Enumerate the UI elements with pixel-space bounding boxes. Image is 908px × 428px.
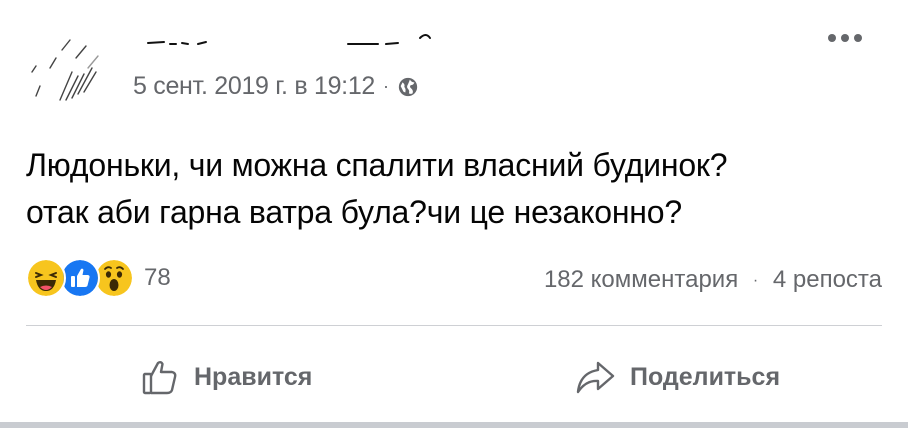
- post-text-line: Людоньки, чи можна спалити власний будин…: [26, 147, 728, 183]
- post-stats: 182 комментария · 4 репоста: [544, 266, 882, 294]
- post-text: Людоньки, чи можна спалити власний будин…: [26, 142, 886, 236]
- haha-icon: [26, 258, 66, 298]
- share-button[interactable]: Поделиться: [574, 352, 780, 402]
- like-label: Нравится: [194, 362, 313, 391]
- avatar[interactable]: [26, 28, 102, 104]
- more-dot: [854, 34, 862, 42]
- reactions-summary[interactable]: 78: [26, 258, 171, 298]
- wow-icon: [94, 258, 134, 298]
- share-arrow-icon: [576, 361, 615, 394]
- stats-separator: ·: [752, 271, 759, 289]
- feed-separator: [0, 422, 908, 428]
- post-meta: 5 сент. 2019 г. в 19:12 ·: [133, 72, 419, 101]
- meta-separator: ·: [383, 76, 389, 96]
- shares-count[interactable]: 4 репоста: [773, 266, 882, 293]
- like-icon: [60, 258, 100, 298]
- author-name-redacted[interactable]: [118, 30, 448, 50]
- more-dot: [841, 34, 849, 42]
- reaction-count[interactable]: 78: [144, 264, 171, 292]
- share-label: Поделиться: [630, 362, 781, 391]
- divider: [26, 325, 882, 326]
- globe-icon: [398, 77, 417, 96]
- more-options-button[interactable]: [828, 32, 868, 44]
- thumbs-up-icon: [142, 361, 177, 395]
- comments-count[interactable]: 182 комментария: [544, 266, 738, 293]
- like-button[interactable]: Нравится: [140, 352, 312, 402]
- more-dots-icon: [828, 34, 836, 42]
- post-timestamp[interactable]: 5 сент. 2019 г. в 19:12: [133, 72, 375, 101]
- facebook-post: 5 сент. 2019 г. в 19:12 · Людоньки, чи м…: [0, 0, 908, 428]
- post-text-line: отак аби гарна ватра була?чи це незаконн…: [26, 194, 682, 230]
